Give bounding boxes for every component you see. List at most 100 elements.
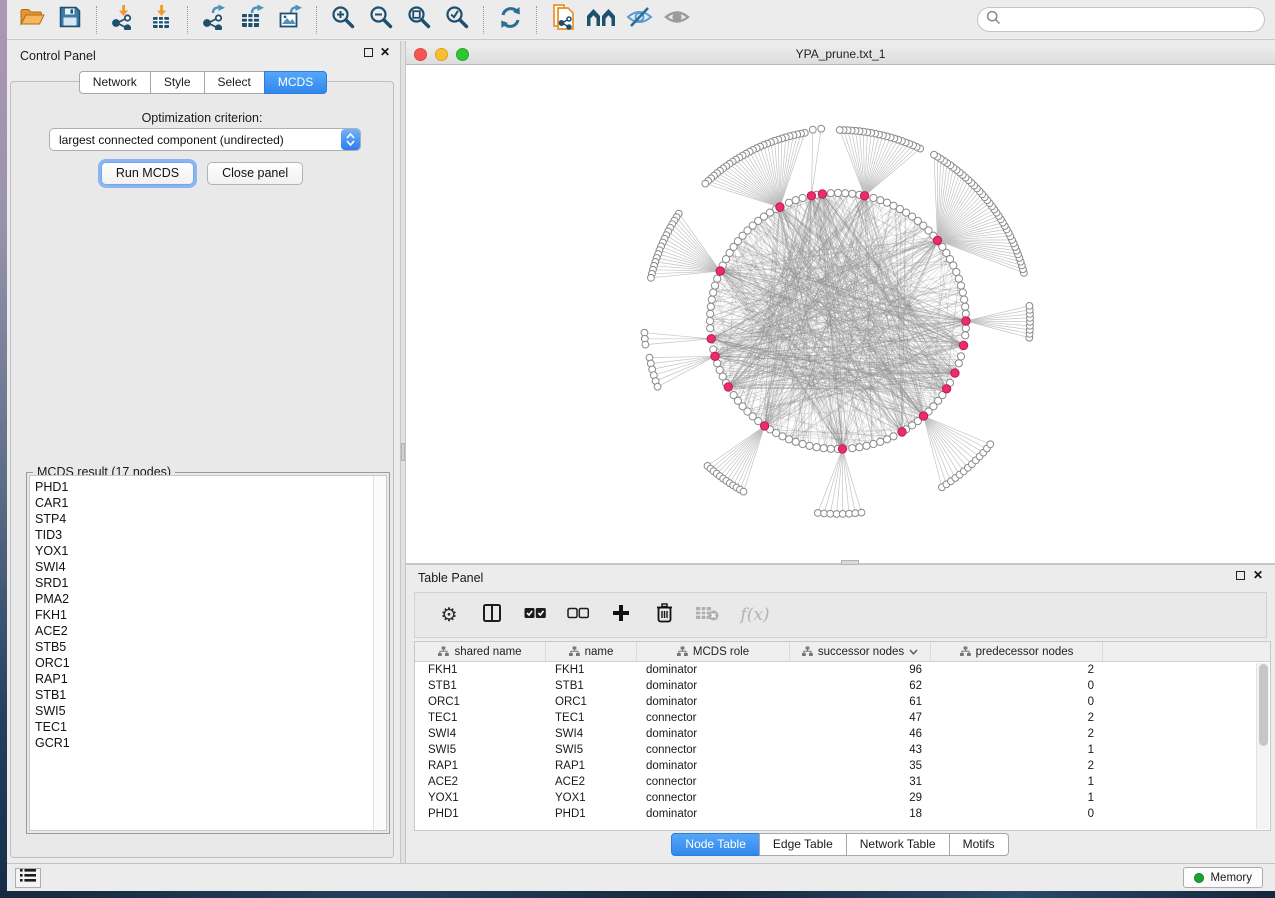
splitter-handle[interactable] [401, 443, 405, 461]
list-item[interactable]: PHD1 [35, 479, 386, 495]
column-header-predecessor-nodes[interactable]: predecessor nodes [931, 642, 1103, 661]
zoom-in-button[interactable] [327, 4, 359, 36]
list-item[interactable]: SWI5 [35, 703, 386, 719]
table-row[interactable]: SWI5SWI5connector431 [415, 742, 1270, 758]
scrollbar-thumb[interactable] [1259, 664, 1268, 746]
list-item[interactable]: ACE2 [35, 623, 386, 639]
select-all-button[interactable] [523, 603, 547, 627]
table-row[interactable]: YOX1YOX1connector291 [415, 790, 1270, 806]
network-graph[interactable] [406, 65, 1275, 563]
search-input[interactable] [1007, 13, 1256, 27]
float-window-icon[interactable] [364, 48, 373, 57]
list-item[interactable]: RAP1 [35, 671, 386, 687]
list-item[interactable]: ORC1 [35, 655, 386, 671]
column-header-MCDS-role[interactable]: MCDS role [637, 642, 790, 661]
list-item[interactable]: TEC1 [35, 719, 386, 735]
optimization-criterion-select[interactable]: largest connected component (undirected) [49, 128, 361, 151]
tab-motifs[interactable]: Motifs [949, 833, 1009, 856]
list-item[interactable]: SWI4 [35, 559, 386, 575]
column-header-shared-name[interactable]: shared name [415, 642, 546, 661]
show-all-button[interactable] [661, 4, 693, 36]
first-neighbors-button[interactable] [585, 4, 617, 36]
optimization-criterion-label: Optimization criterion: [11, 111, 393, 125]
close-panel-icon[interactable]: ✕ [1253, 571, 1263, 580]
add-row-button[interactable] [609, 603, 633, 627]
import-network-button[interactable] [107, 4, 139, 36]
mcds-list-scrollbar[interactable] [373, 476, 386, 830]
cell: ORC1 [546, 696, 637, 708]
tab-edge-table[interactable]: Edge Table [759, 833, 847, 856]
apply-layout-button[interactable] [494, 4, 526, 36]
export-image-button[interactable] [274, 4, 306, 36]
cell: 2 [931, 728, 1103, 740]
column-header-name[interactable]: name [546, 642, 637, 661]
tab-style[interactable]: Style [150, 71, 205, 94]
zoom-selected-button[interactable] [441, 4, 473, 36]
export-network-icon [201, 4, 227, 35]
table-row[interactable]: TEC1TEC1connector472 [415, 710, 1270, 726]
list-item[interactable]: STB5 [35, 639, 386, 655]
cell: PHD1 [546, 808, 637, 820]
table-options-button[interactable]: ⚙ [437, 603, 461, 627]
network-window-titlebar[interactable]: YPA_prune.txt_1 [406, 44, 1275, 65]
search-box[interactable] [977, 7, 1265, 32]
mcds-result-list[interactable]: PHD1CAR1STP4TID3YOX1SWI4SRD1PMA2FKH1ACE2… [29, 475, 387, 831]
cell: ACE2 [546, 776, 637, 788]
cell: 2 [931, 664, 1103, 676]
open-session-button[interactable] [16, 4, 48, 36]
cell: connector [637, 744, 790, 756]
mcds-result-items: PHD1CAR1STP4TID3YOX1SWI4SRD1PMA2FKH1ACE2… [30, 476, 386, 751]
column-header-successor-nodes[interactable]: successor nodes [790, 642, 931, 661]
hide-selected-button[interactable] [623, 4, 655, 36]
list-item[interactable]: GCR1 [35, 735, 386, 751]
cell: 1 [931, 776, 1103, 788]
table-row[interactable]: RAP1RAP1dominator352 [415, 758, 1270, 774]
table-row[interactable]: ORC1ORC1dominator610 [415, 694, 1270, 710]
zoom-fit-button[interactable] [403, 4, 435, 36]
export-network-button[interactable] [198, 4, 230, 36]
import-table-button[interactable] [145, 4, 177, 36]
run-mcds-button[interactable]: Run MCDS [101, 162, 194, 185]
list-item[interactable]: STB1 [35, 687, 386, 703]
screen: Control Panel ✕ NetworkStyleSelectMCDS O… [0, 0, 1275, 898]
list-item[interactable]: YOX1 [35, 543, 386, 559]
list-item[interactable]: SRD1 [35, 575, 386, 591]
list-item[interactable]: TID3 [35, 527, 386, 543]
close-panel-button[interactable]: Close panel [207, 162, 303, 185]
list-item[interactable]: CAR1 [35, 495, 386, 511]
cell: connector [637, 792, 790, 804]
deselect-all-button[interactable] [566, 603, 590, 627]
list-item[interactable]: STP4 [35, 511, 386, 527]
tab-mcds[interactable]: MCDS [264, 71, 327, 94]
show-columns-button[interactable] [480, 603, 504, 627]
table-scrollbar[interactable] [1256, 663, 1269, 829]
list-item[interactable]: FKH1 [35, 607, 386, 623]
tab-select[interactable]: Select [204, 71, 265, 94]
table-toolbar: ⚙ f(x) [414, 592, 1267, 638]
new-network-from-selection-button[interactable] [547, 4, 579, 36]
table-row[interactable]: PHD1PHD1dominator180 [415, 806, 1270, 822]
tab-network[interactable]: Network [79, 71, 151, 94]
table-row[interactable]: FKH1FKH1dominator962 [415, 662, 1270, 678]
first-neighbors-icon [586, 6, 616, 33]
node-table: shared namenameMCDS rolesuccessor nodes p… [414, 641, 1271, 831]
tab-network-table[interactable]: Network Table [846, 833, 950, 856]
memory-status-icon [1194, 873, 1204, 883]
float-window-icon[interactable] [1236, 571, 1245, 580]
network-canvas[interactable] [406, 65, 1275, 563]
list-item[interactable]: PMA2 [35, 591, 386, 607]
memory-button[interactable]: Memory [1183, 867, 1263, 888]
table-row[interactable]: ACE2ACE2connector311 [415, 774, 1270, 790]
table-row[interactable]: STB1STB1dominator620 [415, 678, 1270, 694]
close-panel-icon[interactable]: ✕ [380, 48, 390, 57]
zoom-out-button[interactable] [365, 4, 397, 36]
column-label: predecessor nodes [976, 646, 1074, 658]
delete-rows-button[interactable] [652, 603, 676, 627]
cell: 43 [790, 744, 931, 756]
table-row[interactable]: SWI4SWI4dominator462 [415, 726, 1270, 742]
save-session-button[interactable] [54, 4, 86, 36]
tab-node-table[interactable]: Node Table [671, 833, 760, 856]
show-panels-button[interactable] [15, 868, 41, 888]
export-table-button[interactable] [236, 4, 268, 36]
cell: SWI4 [415, 728, 546, 740]
